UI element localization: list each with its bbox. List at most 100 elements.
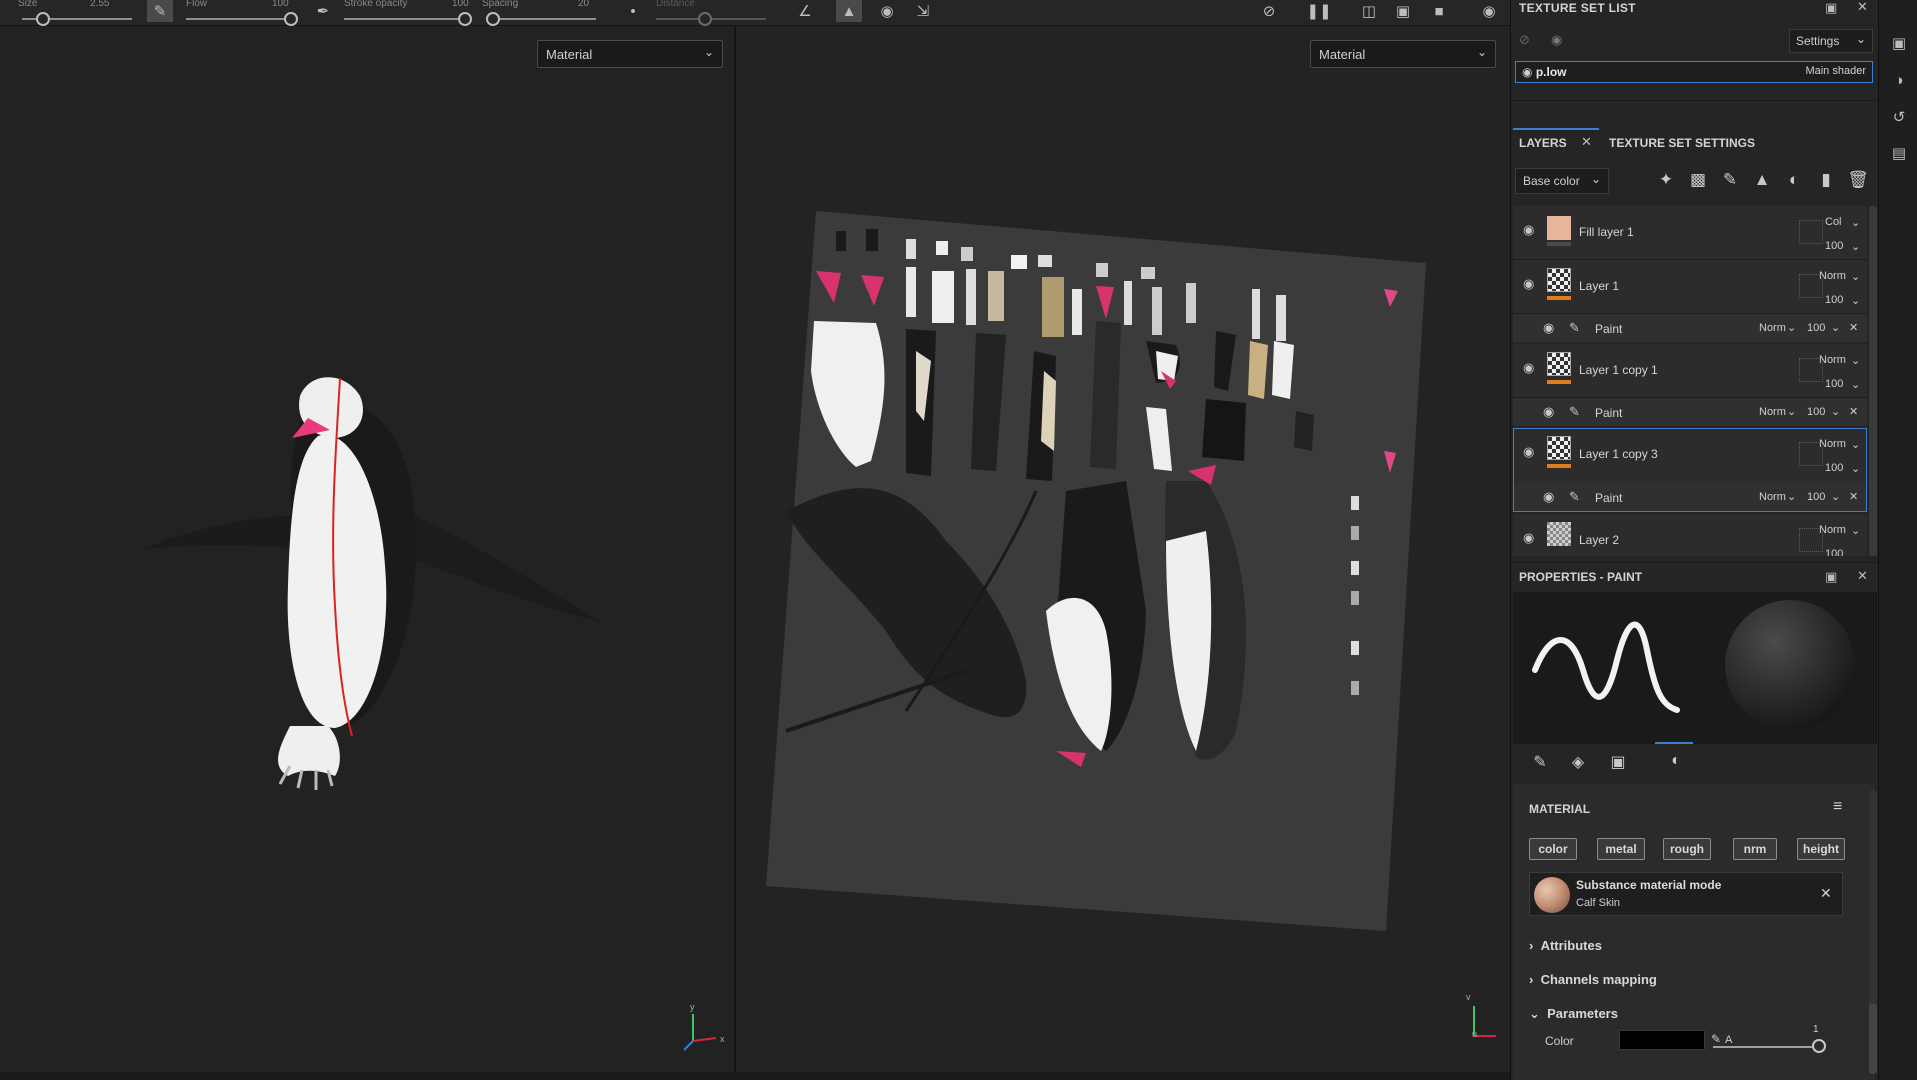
layer-row-selected[interactable]: ◉ Layer 1 copy 3 Norm ⌄ 100 ⌄ ◉ ✎ Paint … xyxy=(1513,428,1867,512)
chevron-down-icon[interactable]: ⌄ xyxy=(1831,490,1840,503)
close-icon[interactable]: ✕ xyxy=(1820,885,1832,902)
add-fill-layer-icon[interactable]: ▲ xyxy=(1751,170,1773,192)
material-card[interactable]: Substance material mode Calf Skin ✕ xyxy=(1529,872,1843,916)
camera-icon[interactable]: ▣ xyxy=(1890,34,1908,52)
transform-icon[interactable]: ⇲ xyxy=(910,0,936,22)
pen-icon[interactable]: ✒ xyxy=(310,0,336,22)
texture-set-item[interactable]: ◉ p.low Main shader xyxy=(1515,61,1873,83)
layer-opacity[interactable]: 100 xyxy=(1825,240,1843,252)
channel-color-button[interactable]: color xyxy=(1529,838,1577,860)
effect-row[interactable]: ◉ ✎ Paint Norm ⌄ 100 ⌄ ✕ xyxy=(1514,483,1866,511)
log-icon[interactable]: ▤ xyxy=(1890,144,1908,162)
screenshot-icon[interactable]: ◉ xyxy=(1476,0,1502,22)
material-tab-icon[interactable]: ◐ xyxy=(1665,752,1687,774)
layers-scrollbar[interactable] xyxy=(1869,206,1877,556)
eye-icon[interactable]: ◉ xyxy=(1523,530,1534,546)
alpha-tab-icon[interactable]: ◈ xyxy=(1567,752,1589,774)
viewport-2d[interactable]: Material ⌄ u v xyxy=(736,26,1510,1072)
effect-opacity[interactable]: 100 xyxy=(1807,322,1825,334)
alpha-slider-handle[interactable] xyxy=(1812,1039,1826,1053)
blend-mode[interactable]: Norm xyxy=(1819,438,1846,450)
chevron-down-icon[interactable]: ⌄ xyxy=(1851,216,1860,229)
close-icon[interactable]: ✕ xyxy=(1849,321,1858,334)
spacing-slider[interactable] xyxy=(486,18,596,20)
layer-name[interactable]: Layer 1 copy 3 xyxy=(1579,447,1658,461)
split-view-icon[interactable]: ◫ xyxy=(1356,0,1382,22)
effect-opacity[interactable]: 100 xyxy=(1807,406,1825,418)
viewport-3d[interactable]: Material ⌄ y x xyxy=(0,26,734,1072)
chevron-down-icon[interactable]: ⌄ xyxy=(1851,524,1860,537)
brush-tab-icon[interactable]: ✎ xyxy=(1529,752,1551,774)
chevron-down-icon[interactable]: ⌄ xyxy=(1851,270,1860,283)
viewport-2d-mode-select[interactable]: Material ⌄ xyxy=(1310,40,1496,68)
eye-icon[interactable]: ◉ xyxy=(1523,222,1534,238)
chevron-down-icon[interactable]: ⌄ xyxy=(1851,240,1860,253)
tab-texture-set-settings[interactable]: TEXTURE SET SETTINGS xyxy=(1609,136,1755,150)
eye-icon[interactable]: ◉ xyxy=(1543,404,1554,420)
layer-name[interactable]: Layer 1 xyxy=(1579,279,1619,293)
close-icon[interactable]: ✕ xyxy=(1849,490,1858,503)
chevron-down-icon[interactable]: ⌄ xyxy=(1787,321,1796,334)
channel-nrm-button[interactable]: nrm xyxy=(1733,838,1777,860)
close-icon[interactable]: ✕ xyxy=(1581,134,1592,150)
parameters-section-toggle[interactable]: ⌄ Parameters xyxy=(1529,1006,1618,1022)
blend-mode[interactable]: Col xyxy=(1825,216,1842,228)
chevron-down-icon[interactable]: ⌄ xyxy=(1831,405,1840,418)
close-icon[interactable]: ✕ xyxy=(1857,0,1868,15)
channels-mapping-section-toggle[interactable]: › Channels mapping xyxy=(1529,972,1657,987)
chevron-down-icon[interactable]: ⌄ xyxy=(1851,354,1860,367)
blend-mode[interactable]: Norm xyxy=(1819,270,1846,282)
symmetry-icon[interactable]: ▲ xyxy=(836,0,862,22)
close-icon[interactable]: ✕ xyxy=(1849,405,1858,418)
effect-blend-mode[interactable]: Norm xyxy=(1759,491,1786,503)
menu-icon[interactable]: ≡ xyxy=(1833,798,1842,816)
history-icon[interactable]: ↺ xyxy=(1890,108,1908,126)
eye-icon[interactable]: ◉ xyxy=(1522,65,1532,79)
chevron-down-icon[interactable]: ⌄ xyxy=(1787,490,1796,503)
maximize-icon[interactable]: ▣ xyxy=(1825,0,1837,16)
chevron-down-icon[interactable]: ⌄ xyxy=(1787,405,1796,418)
layer-opacity[interactable]: 100 xyxy=(1825,294,1843,306)
pause-icon[interactable]: ❚❚ xyxy=(1306,0,1332,22)
add-mask-icon[interactable]: ▩ xyxy=(1687,170,1709,192)
stroke-opacity-slider[interactable] xyxy=(344,18,462,20)
viewport-3d-mode-select[interactable]: Material ⌄ xyxy=(537,40,723,68)
texture-set-shader[interactable]: Main shader xyxy=(1805,65,1866,77)
maximize-icon[interactable]: ▣ xyxy=(1825,569,1837,585)
brush-icon[interactable]: ✎ xyxy=(147,0,173,22)
chevron-down-icon[interactable]: ⌄ xyxy=(1831,321,1840,334)
layer-row[interactable]: ◉ Layer 1 Norm ⌄ 100 ⌄ xyxy=(1513,260,1867,314)
flow-slider-handle[interactable] xyxy=(284,12,298,26)
layer-opacity[interactable]: 100 xyxy=(1825,378,1843,390)
layer-name[interactable]: Fill layer 1 xyxy=(1579,225,1634,239)
distance-slider-handle[interactable] xyxy=(698,12,712,26)
layer-name[interactable]: Layer 1 copy 1 xyxy=(1579,363,1658,377)
add-folder-icon[interactable]: ▮ xyxy=(1815,170,1837,192)
chevron-down-icon[interactable]: ⌄ xyxy=(1851,438,1860,451)
channel-metal-button[interactable]: metal xyxy=(1597,838,1645,860)
blend-mode[interactable]: Norm xyxy=(1819,524,1846,536)
eye-icon[interactable]: ◉ xyxy=(1543,320,1554,336)
effect-opacity[interactable]: 100 xyxy=(1807,491,1825,503)
size-slider-handle[interactable] xyxy=(36,12,50,26)
blend-mode[interactable]: Norm xyxy=(1819,354,1846,366)
channel-height-button[interactable]: height xyxy=(1797,838,1845,860)
eye-icon[interactable]: ◉ xyxy=(1543,489,1554,505)
layer-row[interactable]: ◉ Fill layer 1 Col ⌄ 100 ⌄ xyxy=(1513,206,1867,260)
hide-icon[interactable]: ⊘ xyxy=(1519,32,1530,48)
hide-icon[interactable]: ⊘ xyxy=(1256,0,1282,22)
stencil-tab-icon[interactable]: ▣ xyxy=(1607,752,1629,774)
mirror-icon[interactable]: ◉ xyxy=(874,0,900,22)
layer-opacity[interactable]: 100 xyxy=(1825,462,1843,474)
properties-scrollbar-thumb[interactable] xyxy=(1869,1004,1877,1074)
cube-icon[interactable]: ▣ xyxy=(1390,0,1416,22)
stroke-opacity-slider-handle[interactable] xyxy=(458,12,472,26)
flow-slider[interactable] xyxy=(186,18,290,20)
effect-row[interactable]: ◉ ✎ Paint Norm ⌄ 100 ⌄ ✕ xyxy=(1513,314,1867,342)
chevron-down-icon[interactable]: ⌄ xyxy=(1851,294,1860,307)
camera-icon[interactable]: ■ xyxy=(1426,0,1452,22)
effect-blend-mode[interactable]: Norm xyxy=(1759,322,1786,334)
lazy-mouse-icon[interactable]: • xyxy=(620,0,646,22)
angle-icon[interactable]: ∠ xyxy=(792,0,818,22)
eye-icon[interactable]: ◉ xyxy=(1523,360,1534,376)
